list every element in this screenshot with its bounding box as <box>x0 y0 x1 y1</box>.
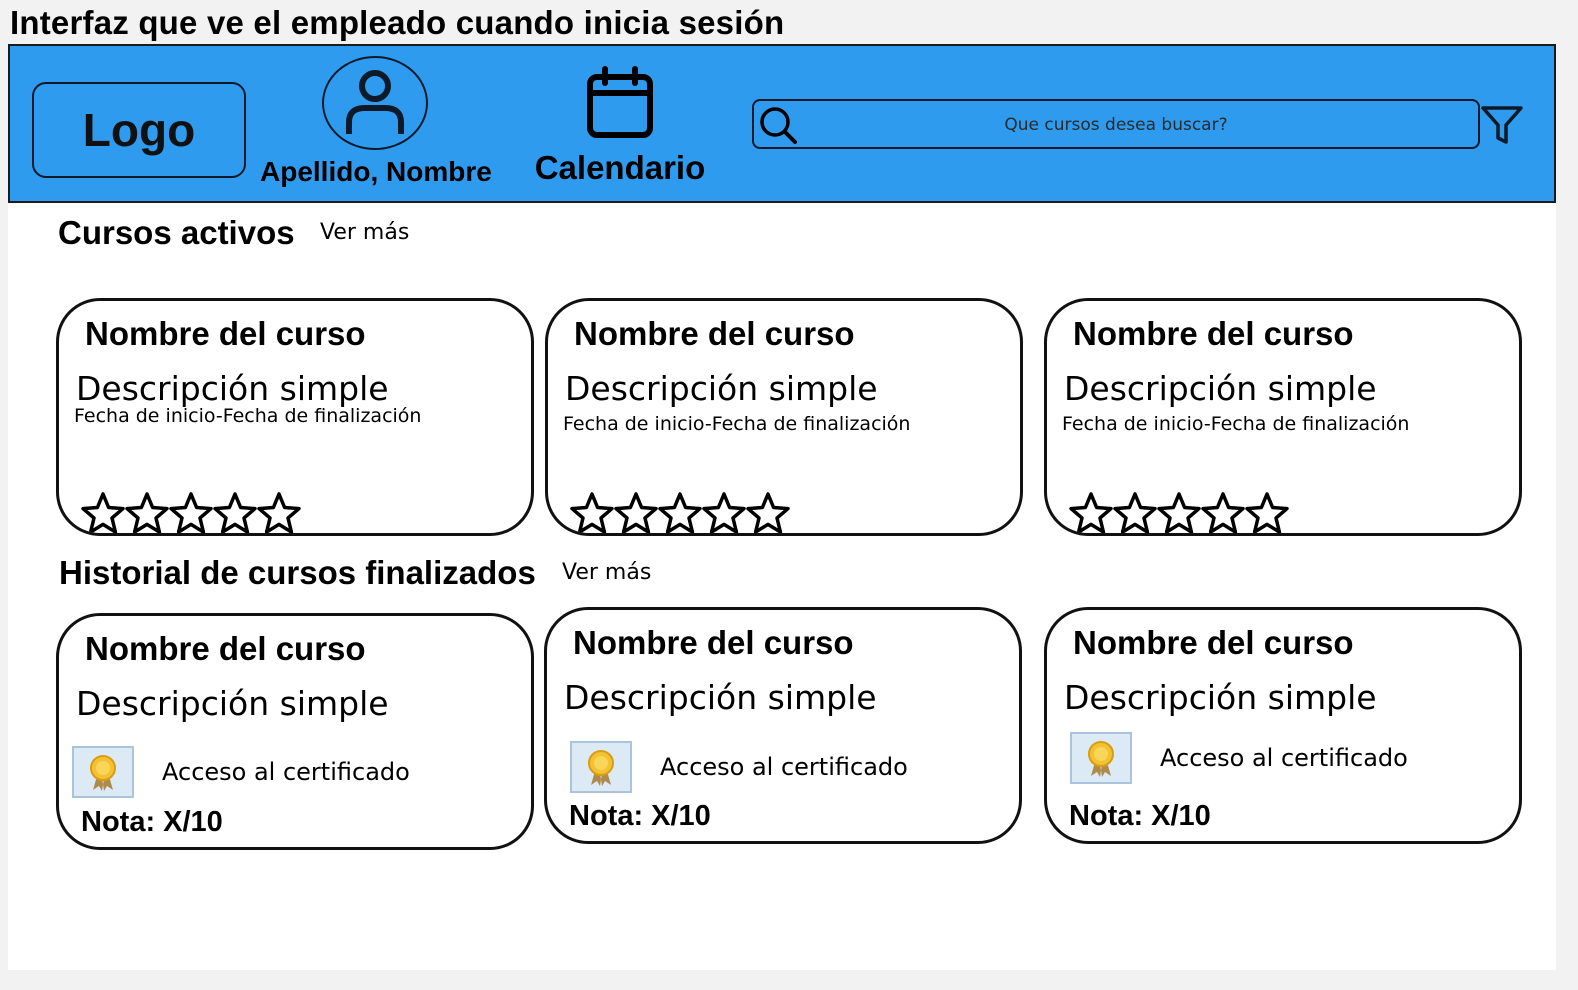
user-icon <box>346 70 404 134</box>
certificate-link[interactable]: Acceso al certificado <box>1070 732 1408 784</box>
course-name: Nombre del curso <box>1073 315 1354 352</box>
course-description: Descripción simple <box>76 369 389 408</box>
star-icon[interactable] <box>702 491 746 535</box>
course-grade: Nota: X/10 <box>81 806 223 838</box>
user-name: Apellido, Nombre <box>260 156 492 187</box>
avatar[interactable] <box>322 56 428 150</box>
course-name: Nombre del curso <box>85 630 366 667</box>
course-name: Nombre del curso <box>573 624 854 661</box>
star-icon[interactable] <box>614 491 658 535</box>
star-icon[interactable] <box>81 491 125 535</box>
course-grade: Nota: X/10 <box>1069 800 1211 832</box>
certificate-label[interactable]: Acceso al certificado <box>660 753 908 781</box>
course-description: Descripción simple <box>565 369 878 408</box>
star-icon[interactable] <box>1157 491 1201 535</box>
finished-courses-see-more-link[interactable]: Ver más <box>562 560 651 585</box>
finished-courses-title: Historial de cursos finalizados <box>59 554 536 591</box>
user-profile[interactable]: Apellido, Nombre <box>260 56 492 188</box>
course-description: Descripción simple <box>1064 678 1377 717</box>
course-name: Nombre del curso <box>1073 624 1354 661</box>
course-description: Descripción simple <box>76 684 389 723</box>
certificate-icon <box>72 746 134 798</box>
certificate-link[interactable]: Acceso al certificado <box>570 741 908 793</box>
course-dates: Fecha de inicio-Fecha de finalización <box>74 405 422 427</box>
course-description: Descripción simple <box>564 678 877 717</box>
active-courses-title: Cursos activos <box>58 214 295 251</box>
certificate-link[interactable]: Acceso al certificado <box>72 746 410 798</box>
star-icon[interactable] <box>746 491 790 535</box>
calendar-icon <box>587 66 653 138</box>
course-description: Descripción simple <box>1064 369 1377 408</box>
page-title: Interfaz que ve el empleado cuando inici… <box>10 4 785 41</box>
search-icon[interactable] <box>758 105 798 145</box>
search-bar[interactable] <box>752 99 1480 149</box>
star-icon[interactable] <box>1201 491 1245 535</box>
certificate-label[interactable]: Acceso al certificado <box>1160 744 1408 772</box>
filter-icon[interactable] <box>1480 104 1524 146</box>
calendar-label: Calendario <box>534 149 706 186</box>
header-bar: Logo Apellido, Nombre Calendario <box>8 44 1556 203</box>
star-icon[interactable] <box>658 491 702 535</box>
rating-stars[interactable] <box>81 491 301 535</box>
star-icon[interactable] <box>570 491 614 535</box>
logo[interactable]: Logo <box>32 82 246 178</box>
star-icon[interactable] <box>125 491 169 535</box>
star-icon[interactable] <box>213 491 257 535</box>
course-grade: Nota: X/10 <box>569 800 711 832</box>
active-course-card[interactable]: Nombre del curso Descripción simple Fech… <box>1044 298 1522 536</box>
certificate-label[interactable]: Acceso al certificado <box>162 758 410 786</box>
rating-stars[interactable] <box>1069 491 1289 535</box>
finished-course-card[interactable]: Nombre del curso Descripción simple Acce… <box>544 607 1022 844</box>
rating-stars[interactable] <box>570 491 790 535</box>
finished-course-card[interactable]: Nombre del curso Descripción simple Acce… <box>56 613 534 850</box>
star-icon[interactable] <box>1069 491 1113 535</box>
star-icon[interactable] <box>169 491 213 535</box>
course-name: Nombre del curso <box>574 315 855 352</box>
certificate-icon <box>1070 732 1132 784</box>
active-courses-see-more-link[interactable]: Ver más <box>320 220 409 245</box>
star-icon[interactable] <box>1245 491 1289 535</box>
certificate-icon <box>570 741 632 793</box>
course-dates: Fecha de inicio-Fecha de finalización <box>563 413 911 435</box>
finished-course-card[interactable]: Nombre del curso Descripción simple Acce… <box>1044 607 1522 844</box>
calendar-button[interactable]: Calendario <box>520 66 720 187</box>
active-course-card[interactable]: Nombre del curso Descripción simple Fech… <box>56 298 534 536</box>
course-dates: Fecha de inicio-Fecha de finalización <box>1062 413 1410 435</box>
active-course-card[interactable]: Nombre del curso Descripción simple Fech… <box>545 298 1023 536</box>
star-icon[interactable] <box>1113 491 1157 535</box>
search-input[interactable] <box>814 101 1418 149</box>
course-name: Nombre del curso <box>85 315 366 352</box>
star-icon[interactable] <box>257 491 301 535</box>
